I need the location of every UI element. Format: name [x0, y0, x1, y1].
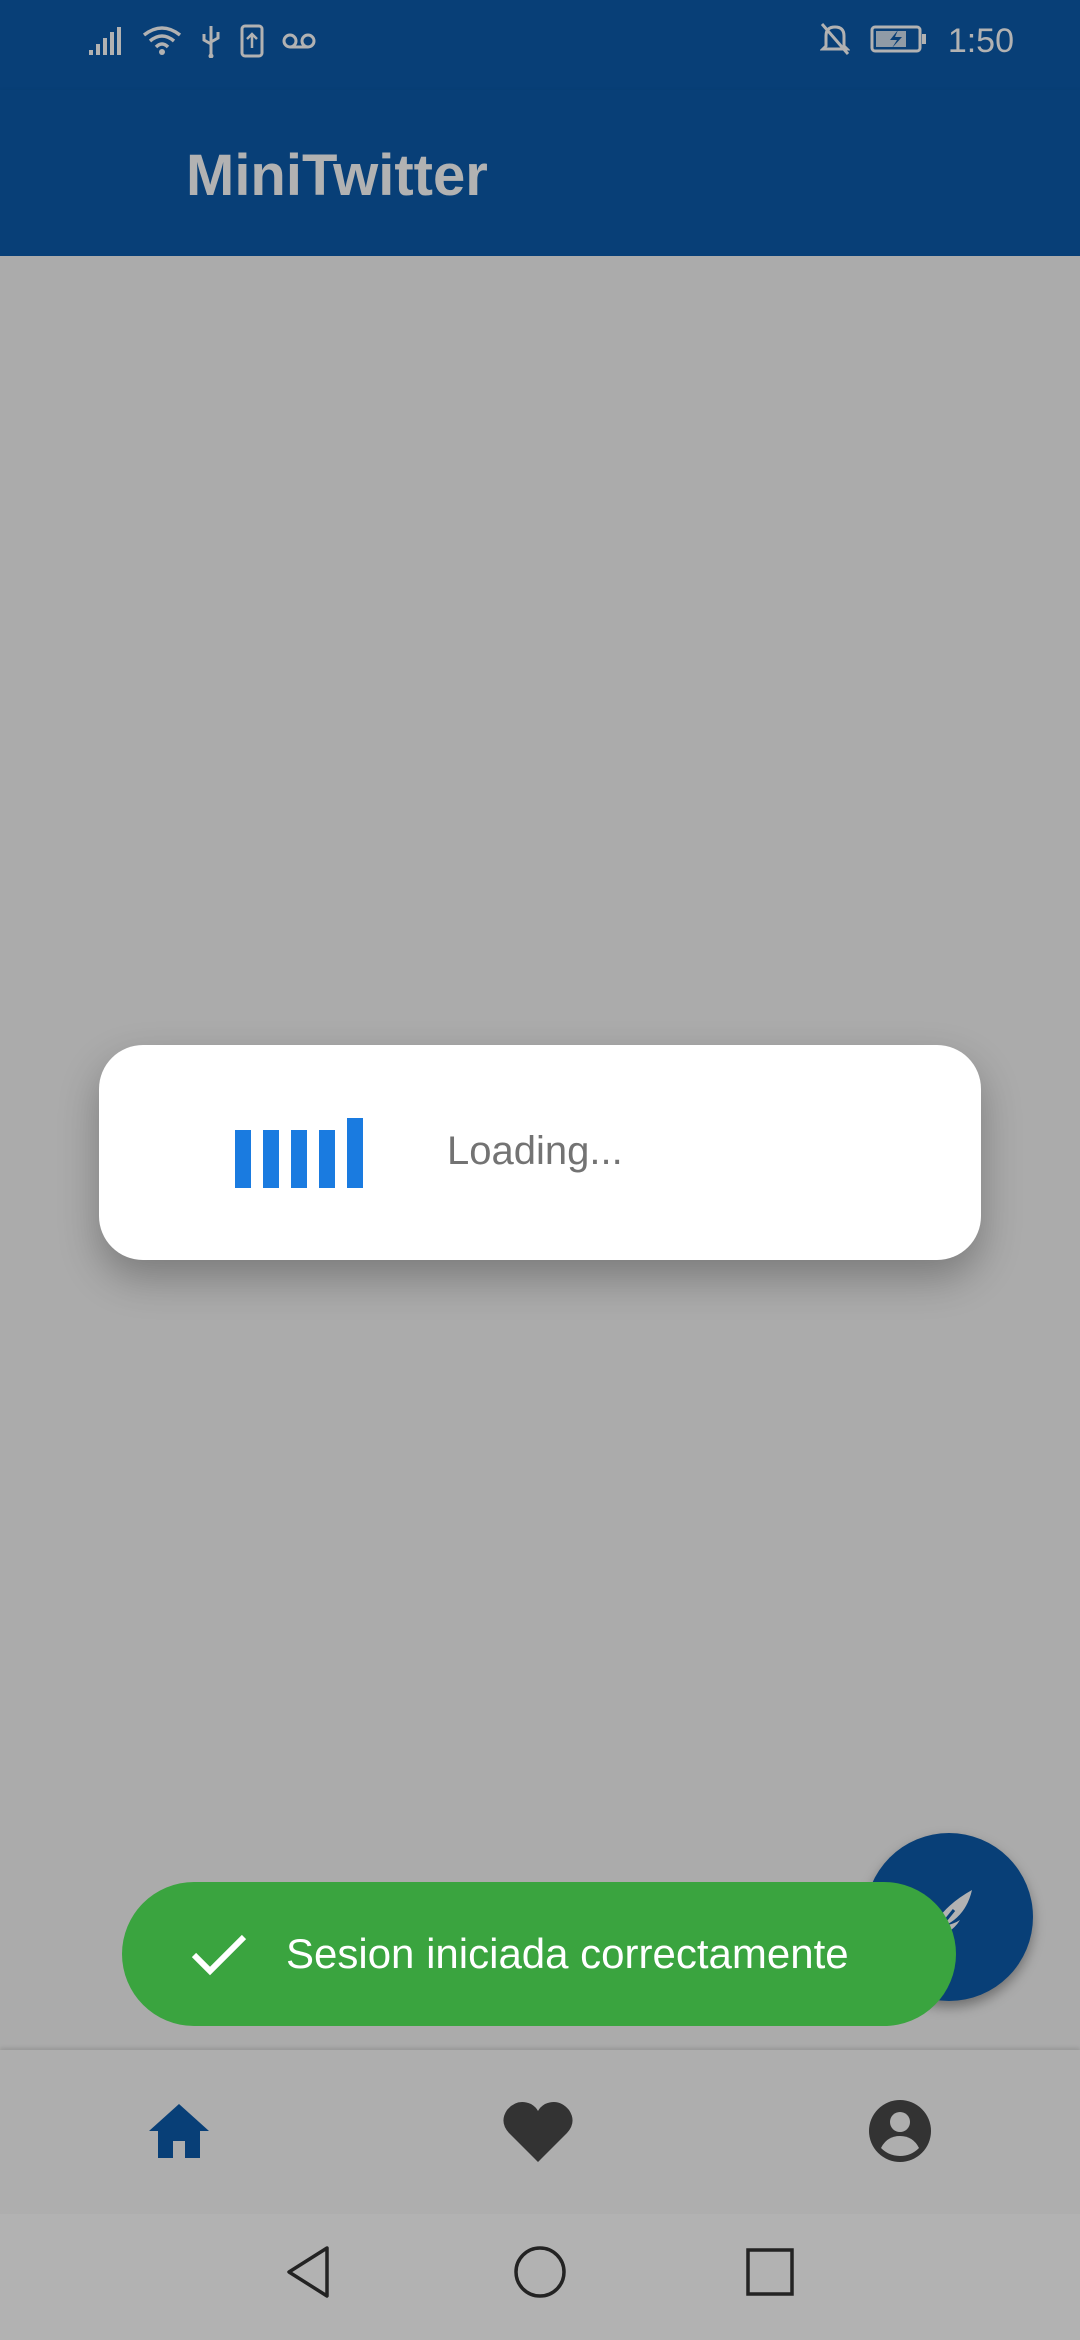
success-toast: Sesion iniciada correctamente — [122, 1882, 956, 2026]
loader-bar — [291, 1130, 307, 1188]
loader-bar — [263, 1130, 279, 1188]
loader-bar — [319, 1130, 335, 1188]
loading-dialog: Loading... — [99, 1045, 981, 1260]
loading-indicator — [235, 1118, 363, 1188]
screen: 1:50 MiniTwitter Loading... Sesion inici… — [0, 0, 1080, 2340]
loader-bar — [235, 1130, 251, 1188]
toast-message: Sesion iniciada correctamente — [286, 1930, 849, 1977]
loading-text: Loading... — [447, 1129, 623, 1173]
check-icon — [188, 1923, 250, 1985]
loader-bar — [347, 1118, 363, 1188]
